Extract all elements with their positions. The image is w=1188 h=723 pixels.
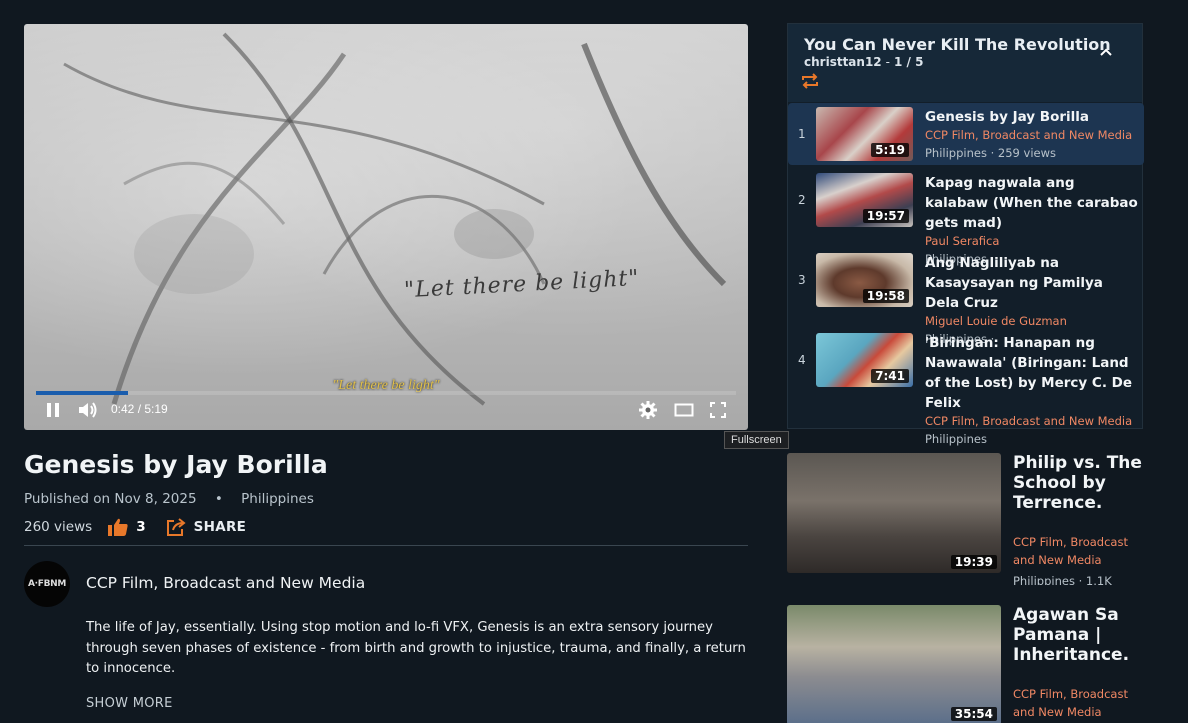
playlist-item-title[interactable]: Ang Nagliliyab na Kasaysayan ng Pamilya … <box>925 253 1140 313</box>
video-description: The life of Jay, essentially. Using stop… <box>86 620 746 676</box>
video-meta: Published on Nov 8, 2025 • Philippines <box>24 491 314 507</box>
thumbs-up-icon <box>108 518 128 536</box>
volume-button[interactable] <box>78 400 98 420</box>
playlist-item-number: 3 <box>798 273 806 287</box>
channel-name[interactable]: CCP Film, Broadcast and New Media <box>86 574 365 592</box>
volume-icon <box>79 402 97 418</box>
playlist-item-text: Genesis by Jay Borilla CCP Film, Broadca… <box>925 107 1140 163</box>
view-count: 260 views <box>24 519 93 535</box>
divider <box>24 545 748 546</box>
playlist-item-number: 2 <box>798 193 806 207</box>
video-duration: 19:39 <box>950 555 997 569</box>
video-duration: 5:19 <box>871 143 909 157</box>
playlist-item-number: 1 <box>798 127 806 141</box>
playlist-item-info: Philippines <box>925 432 987 446</box>
video-title: Genesis by Jay Borilla <box>24 450 328 479</box>
theater-mode-button[interactable] <box>674 400 694 420</box>
video-duration: 19:58 <box>862 289 909 303</box>
playlist-position: 1 / 5 <box>894 55 924 69</box>
playlist-item-channel[interactable]: CCP Film, Broadcast and New Media <box>925 127 1140 143</box>
share-label: SHARE <box>193 519 247 535</box>
playlist-item-channel[interactable]: CCP Film, Broadcast and New Media <box>925 413 1140 429</box>
playlist-subtitle: christtan12-1 / 5 <box>804 55 923 69</box>
share-icon <box>166 518 186 536</box>
video-thumbnail[interactable]: 19:39 <box>787 453 1001 573</box>
playlist-separator: - <box>885 55 890 69</box>
player-controls: 0:42 / 5:19 <box>24 390 748 430</box>
video-duration: 7:41 <box>871 369 909 383</box>
video-frame <box>63 32 727 406</box>
playlist-item-channel[interactable]: Miguel Louie de Guzman <box>925 313 1140 329</box>
pause-icon <box>47 403 59 417</box>
fullscreen-icon <box>710 402 726 418</box>
playlist-item[interactable]: 1 5:19 Genesis by Jay Borilla CCP Film, … <box>788 103 1144 165</box>
playlist-item[interactable]: 4 7:41 'Biringan: Hanapan ng Nawawala' (… <box>788 329 1144 446</box>
recommended-video[interactable]: 19:39 Philip vs. The School by Terrence.… <box>787 453 1147 585</box>
playlist-item-text: 'Biringan: Hanapan ng Nawawala' (Biringa… <box>925 333 1140 449</box>
playlist-item-channel[interactable]: Paul Serafica <box>925 233 1140 249</box>
theater-icon <box>674 403 694 417</box>
fullscreen-button[interactable] <box>708 400 728 420</box>
settings-button[interactable] <box>638 400 658 420</box>
meta-separator: • <box>214 491 223 507</box>
playlist-owner[interactable]: christtan12 <box>804 55 882 69</box>
video-thumbnail[interactable]: 19:58 <box>816 253 913 307</box>
show-more-button[interactable]: SHOW MORE <box>86 696 173 711</box>
time-display: 0:42 / 5:19 <box>111 402 168 416</box>
chevron-up-icon[interactable] <box>1098 44 1114 60</box>
fullscreen-tooltip: Fullscreen <box>724 431 789 449</box>
video-thumbnail[interactable]: 5:19 <box>816 107 913 161</box>
gear-icon <box>639 401 657 419</box>
recommended-title[interactable]: Agawan Sa Pamana | Inheritance. <box>1013 605 1143 665</box>
share-button[interactable]: SHARE <box>166 518 247 536</box>
playlist-item-title[interactable]: 'Biringan: Hanapan ng Nawawala' (Biringa… <box>925 333 1140 413</box>
playlist-panel: You Can Never Kill The Revolution christ… <box>787 23 1144 446</box>
recommended-channel[interactable]: CCP Film, Broadcast and New Media <box>1013 685 1143 721</box>
playlist-header: You Can Never Kill The Revolution christ… <box>788 24 1142 102</box>
video-country: Philippines <box>241 491 314 507</box>
recommended-channel[interactable]: CCP Film, Broadcast and New Media <box>1013 533 1143 569</box>
playlist-item[interactable]: 3 19:58 Ang Nagliliyab na Kasaysayan ng … <box>788 249 1144 346</box>
video-player[interactable]: "Let there be light" "Let there be light… <box>24 24 748 430</box>
published-date: Published on Nov 8, 2025 <box>24 491 197 507</box>
playlist-item-title[interactable]: Genesis by Jay Borilla <box>925 107 1140 127</box>
playlist-item-title[interactable]: Kapag nagwala ang kalabaw (When the cara… <box>925 173 1140 233</box>
video-duration: 35:54 <box>950 707 997 721</box>
like-button[interactable]: 3 <box>108 518 146 536</box>
playlist-item[interactable]: 2 19:57 Kapag nagwala ang kalabaw (When … <box>788 169 1144 266</box>
recommended-info: Philippines · 1.1K <box>1013 574 1112 585</box>
playlist-item-info: Philippines · 259 views <box>925 146 1057 160</box>
channel-avatar[interactable]: A·FBNM <box>24 561 70 607</box>
pause-button[interactable] <box>43 400 63 420</box>
recommended-video[interactable]: 35:54 Agawan Sa Pamana | Inheritance. CC… <box>787 605 1147 723</box>
playlist-item-number: 4 <box>798 353 806 367</box>
video-thumbnail[interactable]: 35:54 <box>787 605 1001 723</box>
video-thumbnail[interactable]: 19:57 <box>816 173 913 227</box>
video-duration: 19:57 <box>862 209 909 223</box>
loop-icon[interactable] <box>800 71 820 91</box>
video-stats: 260 views 3 SHARE <box>24 518 246 536</box>
video-thumbnail[interactable]: 7:41 <box>816 333 913 387</box>
like-count: 3 <box>136 519 146 535</box>
playlist-title[interactable]: You Can Never Kill The Revolution <box>804 35 1111 54</box>
recommended-title[interactable]: Philip vs. The School by Terrence. <box>1013 453 1143 513</box>
